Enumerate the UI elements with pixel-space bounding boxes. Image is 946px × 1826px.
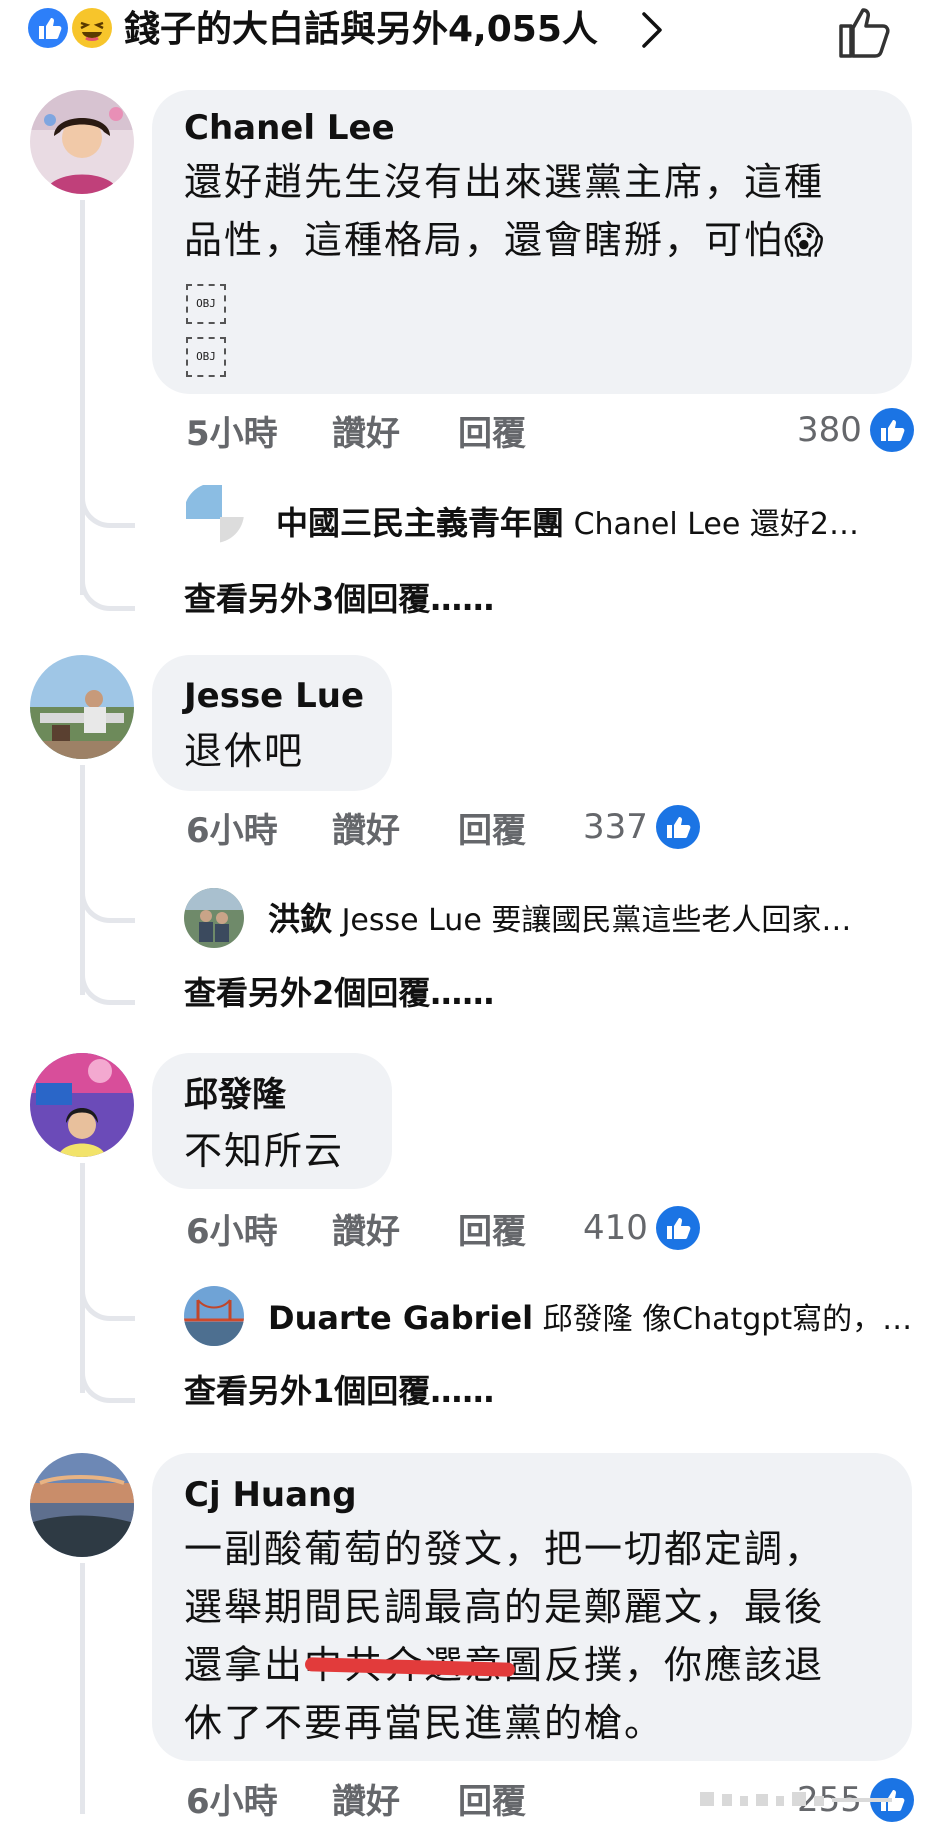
like-badge-icon [656,805,700,849]
comment-text-line: 選舉期間民調最高的是鄭麗文，最後 [184,1585,825,1629]
reply-button[interactable]: 回覆 [458,1212,526,1252]
like-reaction-icon [28,8,68,48]
reply-button[interactable]: 回覆 [458,811,526,851]
reply-button[interactable]: 回覆 [458,414,526,454]
thread-branch [80,1362,135,1403]
thread-line [80,1163,85,1393]
comment-text-line: 一副酸葡萄的發文，把一切都定調， [184,1527,825,1571]
reply-author: 洪欽 [268,900,333,938]
thread-branch [80,1280,135,1321]
comment-text-line: 不知所云 [184,1129,345,1173]
comment-time[interactable]: 6小時 [186,811,278,851]
thread-line [80,1563,85,1814]
view-more-replies[interactable]: 查看另外2個回覆…… [184,973,494,1013]
object-placeholder: OBJ [186,284,226,324]
avatar[interactable] [30,655,134,759]
like-post-icon[interactable] [835,2,895,62]
avatar[interactable] [30,1053,134,1157]
comment-time[interactable]: 6小時 [186,1212,278,1252]
reactions-summary[interactable]: 錢子的大白話與另外4,055人 [124,8,598,52]
thread-line [80,765,85,995]
reply-text: Jesse Lue 要讓國民黨這些老人回家… [341,903,852,938]
comment-time[interactable]: 6小時 [186,1782,278,1822]
like-badge-icon [656,1206,700,1250]
comment-author[interactable]: Jesse Lue [184,676,364,716]
thread-branch [80,570,135,611]
avatar[interactable] [30,90,134,194]
like-button[interactable]: 讚好 [332,811,400,851]
reply-button[interactable]: 回覆 [458,1782,526,1822]
avatar[interactable] [184,1286,244,1346]
reply-preview[interactable]: 中國三民主義青年團 Chanel Lee 還好2… [276,503,859,545]
reaction-count[interactable]: 380 [797,410,862,450]
comment-author[interactable]: Chanel Lee [184,108,395,148]
reaction-count[interactable]: 410 [583,1208,648,1248]
like-badge-icon [870,408,914,452]
like-button[interactable]: 讚好 [332,1782,400,1822]
reply-preview[interactable]: Duarte Gabriel 邱發隆 像Chatgpt寫的，… [268,1298,912,1340]
haha-reaction-icon [72,8,112,48]
avatar[interactable] [184,483,244,543]
comment-text-line: 退休吧 [184,729,305,773]
thread-branch [80,487,135,528]
avatar[interactable] [184,888,244,948]
reaction-count[interactable]: 337 [583,807,648,847]
comment-text-line: 還好趙先生沒有出來選黨主席，這種 [184,160,825,204]
reply-author: 中國三民主義青年團 [276,504,565,542]
view-more-replies[interactable]: 查看另外3個回覆…… [184,579,494,619]
reply-text: 邱發隆 像Chatgpt寫的，… [542,1302,913,1337]
like-button[interactable]: 讚好 [332,1212,400,1252]
avatar[interactable] [30,1453,134,1557]
reply-text: Chanel Lee 還好2… [573,507,859,542]
thread-branch [80,964,135,1005]
thread-line [80,200,85,595]
comment-text-line: 品性，這種格局，還會瞎掰，可怕😱 [184,218,826,262]
comment-text-line: 休了不要再當民進黨的槍。 [184,1701,665,1745]
comment-time[interactable]: 5小時 [186,414,278,454]
chevron-right-icon[interactable] [632,6,672,54]
comment-author[interactable]: 邱發隆 [184,1075,286,1115]
like-button[interactable]: 讚好 [332,414,400,454]
object-placeholder: OBJ [186,337,226,377]
watermark-dots [700,1790,940,1808]
view-more-replies[interactable]: 查看另外1個回覆…… [184,1371,494,1411]
comment-author[interactable]: Cj Huang [184,1475,357,1515]
reply-preview[interactable]: 洪欽 Jesse Lue 要讓國民黨這些老人回家… [268,899,851,941]
reply-author: Duarte Gabriel [268,1299,534,1337]
thread-branch [80,882,135,923]
